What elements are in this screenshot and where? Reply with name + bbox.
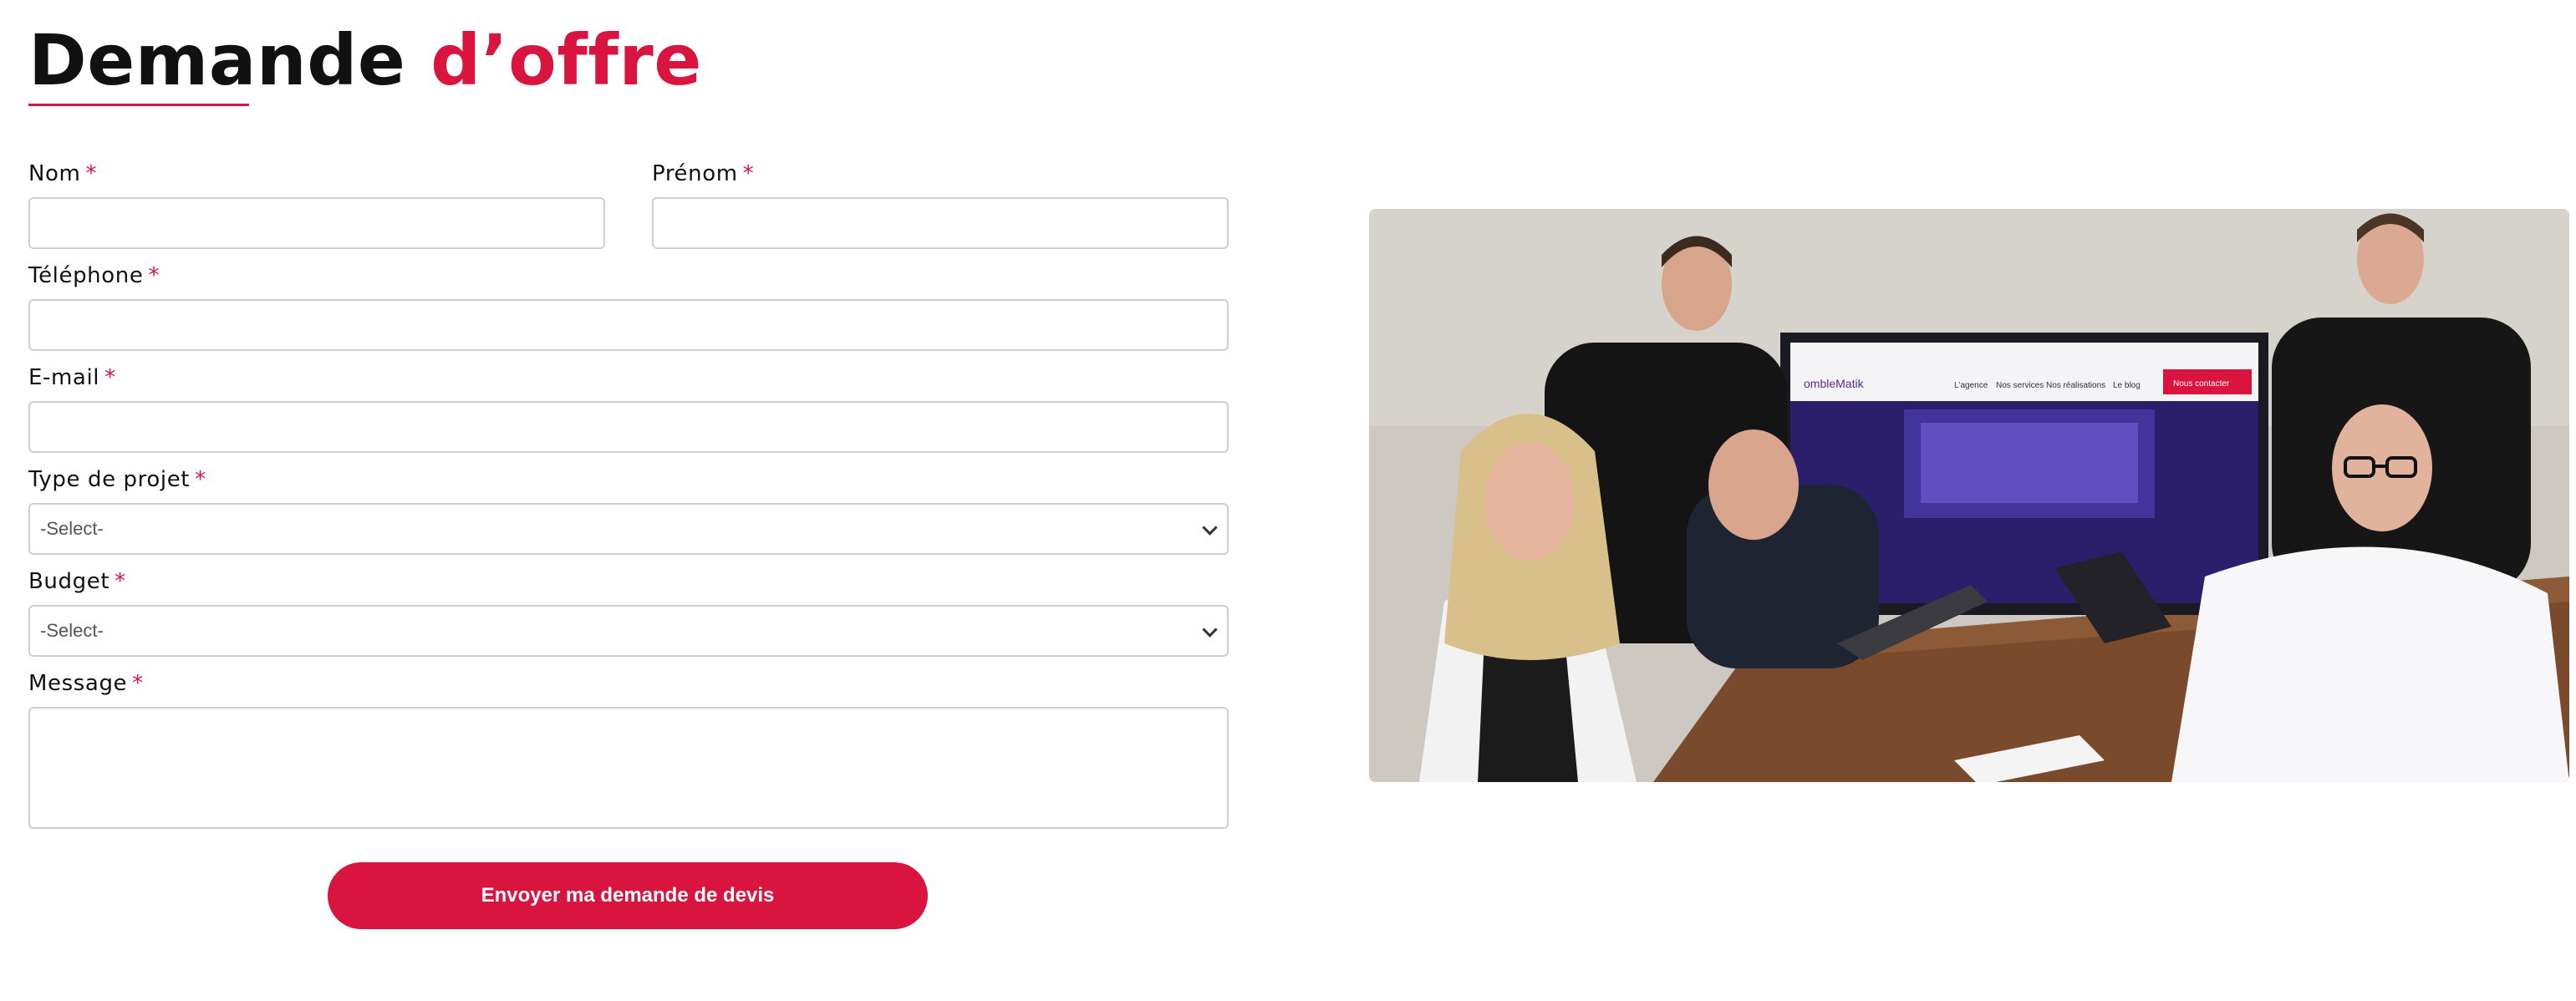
- field-prenom: Prénom *: [652, 160, 1229, 249]
- nom-label: Nom *: [28, 161, 98, 186]
- chevron-down-icon: [1202, 622, 1218, 638]
- screen-site-nav-1: L'agence: [1954, 381, 1988, 390]
- budget-selected-value: -Select-: [40, 620, 104, 641]
- person-seated-center-head: [1708, 429, 1799, 540]
- message-textarea[interactable]: [28, 707, 1229, 829]
- team-photo: ombleMatik L'agence Nos services Nos réa…: [1369, 209, 2569, 782]
- submit-quote-button[interactable]: Envoyer ma demande de devis: [328, 862, 928, 929]
- budget-label: Budget *: [28, 569, 126, 594]
- email-input[interactable]: [28, 401, 1229, 453]
- telephone-label: Téléphone *: [28, 263, 160, 288]
- required-marker: *: [742, 161, 755, 186]
- field-budget: Budget * -Select-: [28, 568, 1229, 657]
- required-marker: *: [195, 467, 206, 492]
- telephone-input[interactable]: [28, 299, 1229, 351]
- message-label: Message *: [28, 671, 144, 696]
- screen-site-nav-3: Nos réalisations: [2046, 381, 2105, 390]
- field-nom: Nom *: [28, 160, 605, 249]
- person-seated-right-body: [2171, 546, 2569, 782]
- budget-select[interactable]: -Select-: [28, 605, 1229, 657]
- field-email: E-mail *: [28, 364, 1229, 453]
- prenom-input[interactable]: [652, 197, 1229, 249]
- field-telephone: Téléphone *: [28, 262, 1229, 351]
- email-label: E-mail *: [28, 365, 116, 390]
- type-projet-select[interactable]: -Select-: [28, 503, 1229, 555]
- screen-site-logo: ombleMatik: [1804, 377, 1865, 390]
- required-marker: *: [104, 365, 116, 390]
- required-marker: *: [85, 161, 98, 186]
- screen-site-cta-label: Nous contacter: [2173, 379, 2230, 389]
- screen-hero-inner: [1921, 423, 2138, 503]
- prenom-label: Prénom *: [652, 161, 755, 186]
- required-marker: *: [132, 671, 144, 696]
- screen-site-nav-2: Nos services: [1996, 381, 2044, 390]
- field-type-projet: Type de projet * -Select-: [28, 466, 1229, 555]
- team-photo-illustration: ombleMatik L'agence Nos services Nos réa…: [1369, 209, 2569, 782]
- nom-input[interactable]: [28, 197, 605, 249]
- person-seated-left-head: [1484, 443, 1575, 560]
- required-marker: *: [115, 569, 126, 594]
- quote-request-form: Nom * Prénom * Téléphone * E-mail * Type de …: [28, 0, 1229, 1001]
- required-marker: *: [148, 263, 160, 288]
- field-message: Message *: [28, 670, 1229, 829]
- type-projet-selected-value: -Select-: [40, 518, 104, 539]
- chevron-down-icon: [1202, 520, 1218, 536]
- screen-site-nav-4: Le blog: [2113, 381, 2141, 390]
- type-projet-label: Type de projet *: [28, 467, 206, 492]
